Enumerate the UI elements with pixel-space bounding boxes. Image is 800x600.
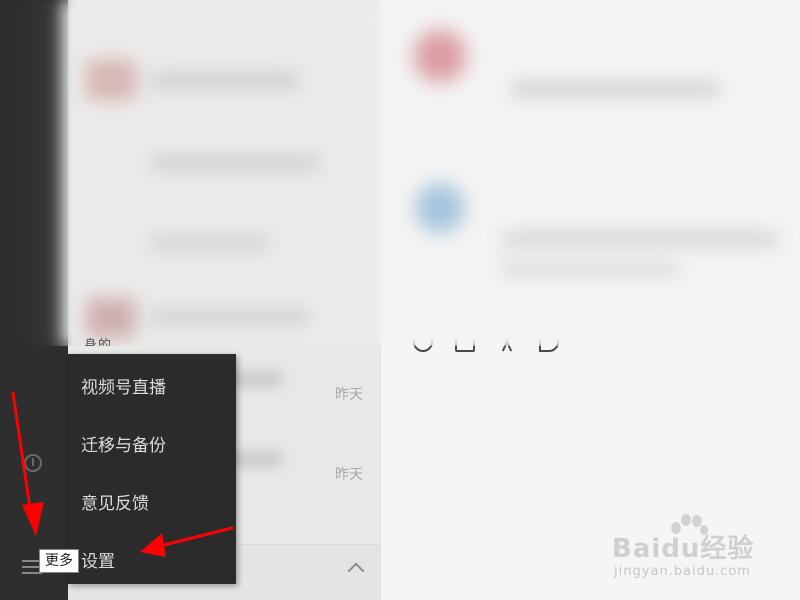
- chevron-up-icon[interactable]: [347, 562, 365, 580]
- menu-item-channels-live[interactable]: 视频号直播: [81, 373, 166, 398]
- chat-time: 昨天: [335, 467, 363, 483]
- wechat-window: 昨天 昨天 身的。 视频号直播 迁移与备份 意见反馈 设置 更多 Baidu经验…: [0, 0, 800, 600]
- blurred-avatar: [414, 30, 466, 82]
- chat-preview-text: 身的。: [84, 338, 127, 346]
- more-menu: 视频号直播 迁移与备份 意见反馈 设置: [68, 354, 236, 584]
- chat-time: 昨天: [335, 387, 363, 403]
- blurred-avatar: [416, 184, 464, 232]
- baidu-watermark: Baidu经验 jingyan.baidu.com: [612, 514, 782, 584]
- menu-item-settings[interactable]: 设置: [81, 547, 115, 572]
- music-icon[interactable]: [24, 454, 42, 472]
- watermark-url: jingyan.baidu.com: [614, 564, 751, 579]
- watermark-title: Baidu经验: [612, 534, 755, 564]
- blurred-region: 身的。: [0, 0, 800, 346]
- menu-item-migrate-backup[interactable]: 迁移与备份: [81, 431, 166, 456]
- menu-item-feedback[interactable]: 意见反馈: [81, 489, 149, 514]
- more-tooltip: 更多: [39, 549, 79, 573]
